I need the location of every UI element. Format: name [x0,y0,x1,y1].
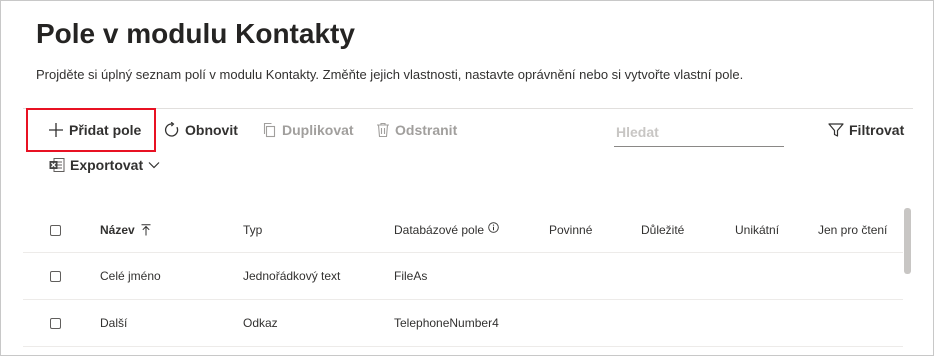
duplicate-label: Duplikovat [282,122,354,138]
column-header-readonly[interactable]: Jen pro čtení [818,208,887,252]
chevron-down-icon [148,161,160,169]
column-header-type[interactable]: Typ [243,208,262,252]
copy-icon [262,122,277,138]
filter-label: Filtrovat [849,122,905,138]
select-all-checkbox[interactable] [50,224,61,236]
cell-name[interactable]: Další [100,300,127,346]
trash-icon [376,122,390,138]
sort-ascending-icon [141,224,151,236]
duplicate-button[interactable]: Duplikovat [262,122,354,138]
delete-label: Odstranit [395,122,458,138]
info-icon[interactable] [488,221,499,233]
row-select-cell [50,253,61,299]
column-important-label: Důležité [641,223,685,237]
column-readonly-label: Jen pro čtení [818,223,888,237]
refresh-label: Obnovit [185,122,238,138]
refresh-button[interactable]: Obnovit [164,122,238,138]
search-input[interactable] [614,117,784,147]
export-label: Exportovat [70,157,144,173]
column-header-important[interactable]: Důležité [641,208,684,252]
vertical-scrollbar[interactable] [904,208,911,274]
column-header-unique[interactable]: Unikátní [735,208,779,252]
select-all-cell [50,208,61,252]
excel-icon [49,157,65,173]
refresh-icon [164,122,180,138]
highlight-box [26,108,156,152]
cell-db-field: FileAs [394,269,428,283]
row-checkbox[interactable] [50,270,61,282]
page-frame: Pole v modulu Kontakty Projděte si úplný… [0,0,934,356]
header-divider [23,108,913,109]
column-header-db-field[interactable]: Databázové pole [394,208,499,252]
table-row[interactable]: Další Odkaz TelephoneNumber4 [23,300,903,347]
row-select-cell [50,300,61,346]
cell-type: Odkaz [243,316,278,330]
column-name-label: Název [100,223,135,237]
cell-db-field: TelephoneNumber4 [394,316,499,330]
column-unique-label: Unikátní [735,223,780,237]
page-title: Pole v modulu Kontakty [36,18,355,49]
column-type-label: Typ [243,223,263,237]
column-required-label: Povinné [549,223,593,237]
table-header: Název Typ Databázové pole Povinné Důleži… [23,208,903,253]
export-button[interactable]: Exportovat [49,157,160,173]
column-header-name[interactable]: Název [100,208,151,252]
cell-type: Jednořádkový text [243,269,341,283]
column-db-field-label: Databázové pole [394,223,485,237]
delete-button[interactable]: Odstranit [376,122,457,138]
page-description: Projděte si úplný seznam polí v modulu K… [36,67,744,82]
column-header-required[interactable]: Povinné [549,208,592,252]
filter-icon [828,122,844,138]
row-checkbox[interactable] [50,317,61,329]
filter-button[interactable]: Filtrovat [828,122,904,138]
cell-name[interactable]: Celé jméno [100,253,161,299]
table-row[interactable]: Celé jméno Jednořádkový text FileAs [23,253,903,300]
